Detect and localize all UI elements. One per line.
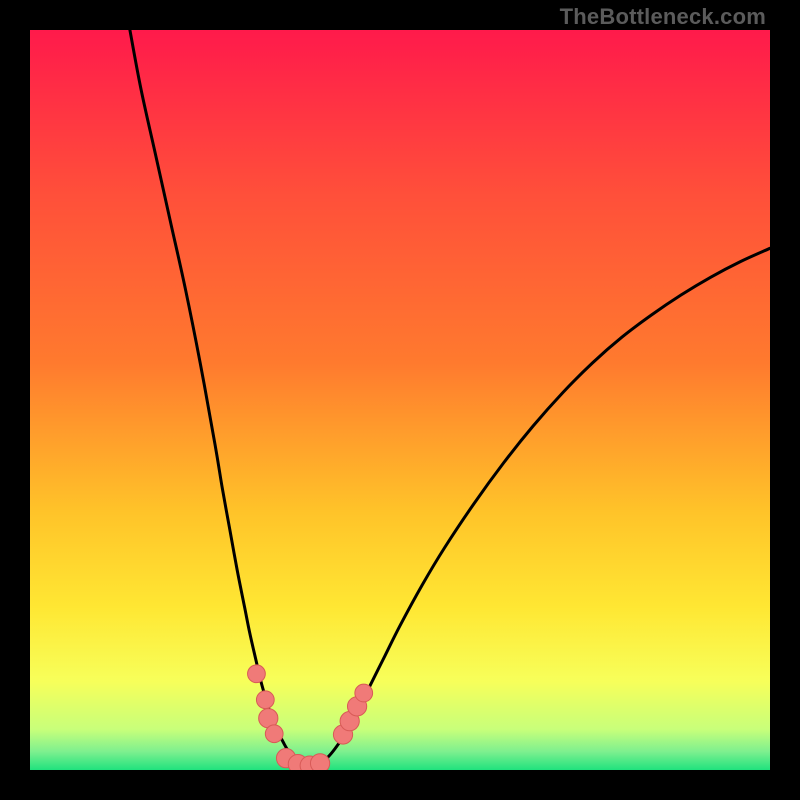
data-marker xyxy=(310,754,329,770)
data-marker xyxy=(256,691,274,709)
watermark-label: TheBottleneck.com xyxy=(560,4,766,30)
data-marker xyxy=(248,665,266,683)
data-marker xyxy=(265,725,283,743)
data-marker xyxy=(355,684,373,702)
chart-svg xyxy=(30,30,770,770)
chart-frame: TheBottleneck.com xyxy=(0,0,800,800)
plot-area xyxy=(30,30,770,770)
chart-background xyxy=(30,30,770,770)
